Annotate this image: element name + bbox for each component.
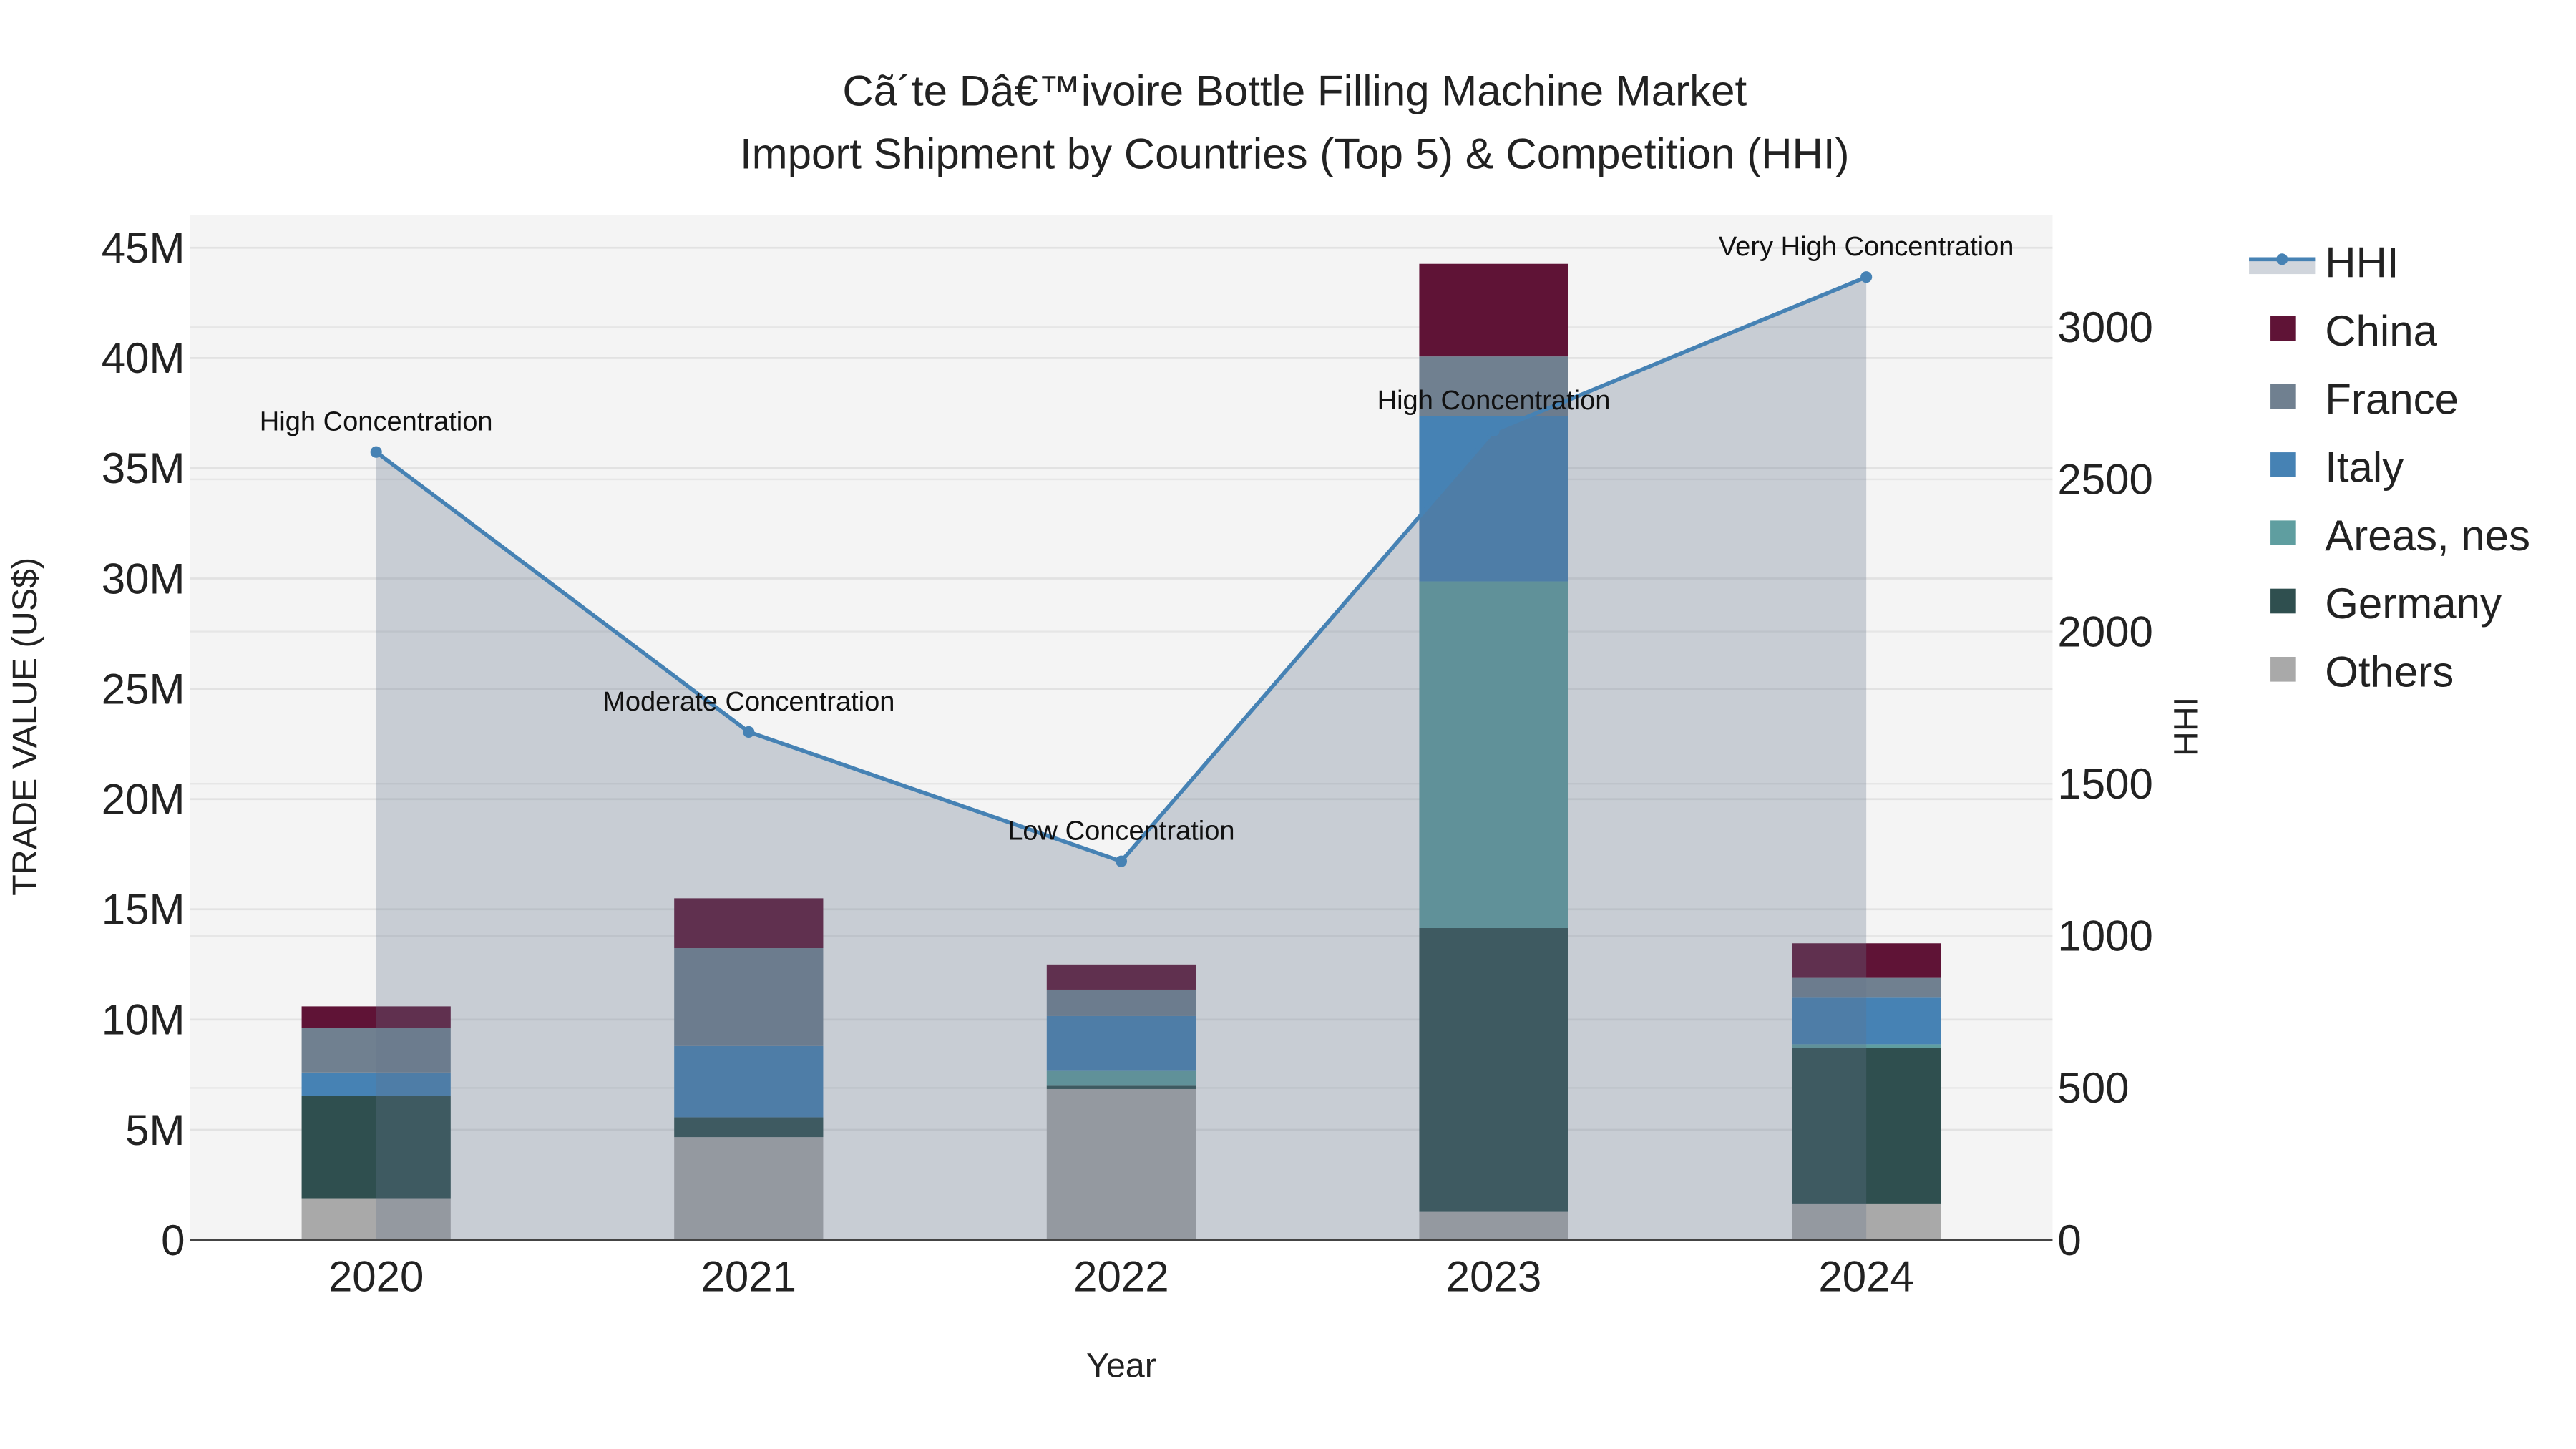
x-axis-label: Year (1086, 1347, 1156, 1385)
x-tick-label: 2022 (1073, 1253, 1169, 1301)
chart: High Concentration Moderate Concentration… (0, 0, 2576, 1449)
y-tick-label: 15M (102, 886, 185, 934)
y-tick-label: 45M (102, 224, 185, 272)
hhi-annotation: Low Concentration (1008, 816, 1234, 847)
legend-swatch-areas-nes (2270, 520, 2296, 545)
legend-hhi-marker (2276, 253, 2288, 265)
hhi-point-2022 (1115, 855, 1127, 867)
y-tick-label: 30M (102, 555, 185, 602)
y2-tick-label: 1000 (2057, 912, 2152, 960)
y2-axis-label: HHI (2167, 697, 2206, 756)
hhi-point-2023 (1488, 424, 1500, 437)
x-tick-label: 2020 (328, 1253, 424, 1301)
hhi-point-2024 (1860, 271, 1873, 283)
legend-label: Others (2325, 648, 2454, 696)
legend-swatch-germany (2270, 588, 2296, 614)
y2-tick-label: 500 (2057, 1064, 2129, 1112)
legend-swatch-china (2270, 316, 2296, 341)
legend-label: Germany (2325, 580, 2502, 628)
legend-swatch-others (2270, 657, 2296, 682)
y2-tick-label: 2500 (2057, 456, 2152, 504)
chart-subtitle: Import Shipment by Countries (Top 5) & C… (740, 130, 1850, 177)
hhi-point-2021 (743, 726, 755, 738)
chart-title: Cã´te Dâ€™ivoire Bottle Filling Machine … (842, 67, 1747, 115)
bar-china-2023 (1419, 263, 1568, 357)
hhi-annotation: Moderate Concentration (602, 687, 894, 717)
legend-swatch-italy (2270, 452, 2296, 477)
y-tick-label: 25M (102, 665, 185, 713)
y2-tick-label: 0 (2057, 1216, 2081, 1264)
y-tick-label: 35M (102, 444, 185, 492)
y-tick-label: 0 (161, 1216, 185, 1264)
legend-label: China (2325, 307, 2437, 355)
x-tick-label: 2023 (1446, 1253, 1541, 1301)
hhi-point-2020 (370, 446, 382, 458)
legend-swatch-france (2270, 384, 2296, 409)
hhi-annotation: High Concentration (260, 407, 493, 437)
x-tick-label: 2021 (701, 1253, 796, 1301)
legend-label: HHI (2325, 239, 2399, 287)
y-tick-label: 5M (125, 1106, 185, 1154)
y2-tick-label: 2000 (2057, 608, 2152, 655)
legend-label: Italy (2325, 444, 2404, 492)
y-tick-label: 10M (102, 996, 185, 1044)
y-tick-label: 40M (102, 334, 185, 382)
y2-tick-label: 3000 (2057, 303, 2152, 351)
legend-label: France (2325, 375, 2459, 423)
y-axis-label: TRADE VALUE (US$) (6, 557, 44, 896)
x-tick-label: 2024 (1818, 1253, 1913, 1301)
hhi-annotation: Very High Concentration (1719, 232, 2014, 262)
y2-tick-label: 1500 (2057, 760, 2152, 808)
y-tick-label: 20M (102, 775, 185, 823)
hhi-annotation: High Concentration (1377, 386, 1611, 416)
legend-label: Areas, nes (2325, 512, 2530, 560)
